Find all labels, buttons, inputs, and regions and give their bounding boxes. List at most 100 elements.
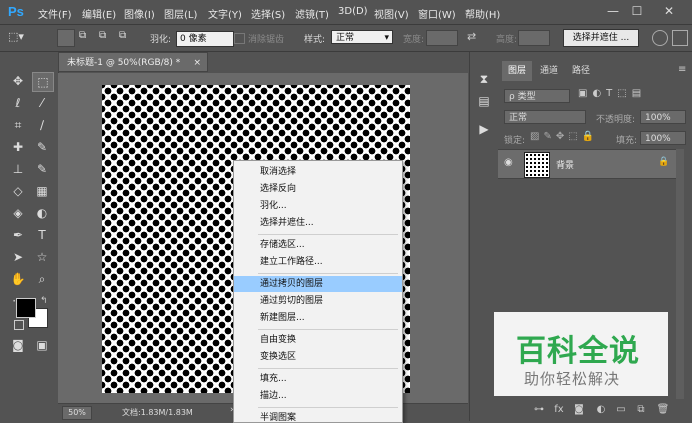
menu-select[interactable]: 选择(S) (251, 6, 285, 21)
add-mask-icon[interactable]: ◙ (572, 403, 586, 417)
menu-file[interactable]: 文件(F) (38, 6, 72, 21)
close-tab-icon[interactable]: × (193, 53, 201, 73)
add-selection-icon[interactable]: ⧉ (79, 30, 93, 44)
menu-window[interactable]: 窗口(W) (418, 6, 456, 21)
menu-filter[interactable]: 滤镜(T) (295, 6, 329, 21)
minimize-icon[interactable]: — (604, 2, 622, 20)
ctx-halftone-pattern[interactable]: 半调图案 (234, 410, 402, 422)
antialias-checkbox[interactable] (234, 33, 245, 44)
marquee-preset-icon[interactable]: ⬚▾ (8, 30, 38, 46)
height-input[interactable] (518, 30, 550, 46)
healing-brush-icon[interactable]: ✚ (8, 138, 28, 156)
new-layer-icon[interactable]: ⧉ (634, 403, 648, 417)
blur-tool-icon[interactable]: ◈ (8, 204, 28, 222)
workspace-icon[interactable] (672, 30, 688, 46)
new-selection-icon[interactable] (57, 29, 75, 47)
fill-input[interactable]: 100% (640, 131, 686, 145)
ctx-separator (258, 329, 398, 330)
default-colors-icon[interactable] (14, 320, 24, 330)
clone-stamp-icon[interactable]: ⊥ (8, 160, 28, 178)
menu-type[interactable]: 文字(Y) (208, 6, 242, 21)
move-tool-icon[interactable]: ✥ (8, 72, 28, 90)
visibility-eye-icon[interactable]: ◉ (504, 157, 513, 168)
feather-input[interactable]: 0 像素 (176, 31, 234, 47)
brush-tool-icon[interactable]: ✎ (32, 138, 52, 156)
eraser-icon[interactable]: ◇ (8, 182, 28, 200)
ctx-layer-via-copy[interactable]: 通过拷贝的图层 (234, 276, 402, 292)
swap-icon[interactable]: ⇄ (467, 30, 476, 43)
zoom-tool-icon[interactable]: ⌕ (32, 270, 52, 288)
ctx-transform-selection[interactable]: 变换选区 (234, 349, 402, 365)
quick-mask-icon[interactable]: ◙ (8, 336, 28, 354)
properties-panel-icon[interactable]: ▤ (474, 92, 494, 110)
type-tool-icon[interactable]: T (32, 226, 52, 244)
select-and-mask-button[interactable]: 选择并遮住 ... (563, 29, 639, 47)
menu-3d[interactable]: 3D(D) (338, 6, 368, 17)
adjustment-layer-icon[interactable]: ◐ (594, 403, 608, 417)
hand-tool-icon[interactable]: ✋ (8, 270, 28, 288)
zoom-level[interactable]: 50% (62, 406, 92, 420)
tab-channels[interactable]: 通道 (534, 61, 564, 81)
layer-filter-select[interactable]: ρ 类型 (504, 89, 570, 103)
tab-paths[interactable]: 路径 (566, 61, 596, 81)
magic-wand-icon[interactable]: ⁄ (32, 94, 52, 112)
menu-help[interactable]: 帮助(H) (465, 6, 500, 21)
screen-mode-icon[interactable]: ▣ (32, 336, 52, 354)
document-info: 文档:1.83M/1.83M (122, 408, 193, 417)
new-group-icon[interactable]: ▭ (614, 403, 628, 417)
path-selection-icon[interactable]: ➤ (8, 248, 28, 266)
ctx-free-transform[interactable]: 自由变换 (234, 332, 402, 348)
search-icon[interactable] (652, 30, 668, 46)
style-select[interactable]: 正常 ▾ (331, 30, 393, 44)
dodge-tool-icon[interactable]: ◐ (32, 204, 52, 222)
ctx-stroke[interactable]: 描边... (234, 388, 402, 404)
ctx-separator (258, 368, 398, 369)
blend-mode-value: 正常 (509, 113, 528, 123)
lasso-tool-icon[interactable]: ℓ (8, 94, 28, 112)
eyedropper-icon[interactable]: ∕ (32, 116, 52, 134)
ctx-feather[interactable]: 羽化... (234, 198, 402, 214)
fx-icon[interactable]: fx (552, 403, 566, 417)
ctx-new-layer[interactable]: 新建图层... (234, 310, 402, 326)
menu-view[interactable]: 视图(V) (374, 6, 409, 21)
actions-play-icon[interactable]: ▶ (474, 120, 494, 138)
shape-tool-icon[interactable]: ☆ (32, 248, 52, 266)
history-brush-icon[interactable]: ✎ (32, 160, 52, 178)
marquee-tool-icon[interactable]: ⬚ (32, 72, 54, 92)
menu-bar: Ps 文件(F) 编辑(E) 图像(I) 图层(L) 文字(Y) 选择(S) 滤… (0, 0, 692, 25)
menu-image[interactable]: 图像(I) (124, 6, 155, 21)
delete-layer-icon[interactable]: 🗑 (656, 403, 670, 417)
tab-layers[interactable]: 图层 (502, 61, 533, 81)
filter-icons[interactable]: ▣◐T⬚▤ (578, 88, 646, 99)
ctx-fill[interactable]: 填充... (234, 371, 402, 387)
maximize-icon[interactable]: ☐ (628, 2, 646, 20)
width-input[interactable] (426, 30, 458, 46)
ctx-save-selection[interactable]: 存储选区... (234, 237, 402, 253)
opacity-input[interactable]: 100% (640, 110, 686, 124)
ctx-select-inverse[interactable]: 选择反向 (234, 181, 402, 197)
ctx-deselect[interactable]: 取消选择 (234, 164, 402, 180)
ctx-select-and-mask[interactable]: 选择并遮住... (234, 215, 402, 231)
menu-layer[interactable]: 图层(L) (164, 6, 197, 21)
link-layers-icon[interactable]: ⊶ (532, 403, 546, 417)
ctx-make-work-path[interactable]: 建立工作路径... (234, 254, 402, 270)
pen-tool-icon[interactable]: ✒ (8, 226, 28, 244)
swap-colors-icon[interactable]: ↰ (40, 296, 48, 306)
panel-menu-icon[interactable]: ≡ (678, 64, 686, 75)
foreground-color-swatch[interactable] (16, 298, 36, 318)
document-tab[interactable]: 未标题-1 @ 50%(RGB/8) * × (58, 52, 208, 72)
ctx-layer-via-cut[interactable]: 通过剪切的图层 (234, 293, 402, 309)
close-icon[interactable]: ✕ (660, 2, 678, 20)
intersect-selection-icon[interactable]: ⧉ (119, 30, 133, 44)
layers-scrollbar[interactable] (676, 149, 684, 399)
gradient-tool-icon[interactable]: ▦ (32, 182, 52, 200)
layer-row-background[interactable]: ◉ 背景 🔒 (498, 149, 676, 179)
history-panel-icon[interactable]: ⧗ (474, 70, 494, 88)
subtract-selection-icon[interactable]: ⧉ (99, 30, 113, 44)
antialias-label: 消除锯齿 (248, 35, 285, 45)
menu-edit[interactable]: 编辑(E) (82, 6, 116, 21)
lock-icons[interactable]: ▨✎✥⬚🔒 (530, 131, 598, 142)
crop-tool-icon[interactable]: ⌗ (8, 116, 28, 134)
watermark-logo: 百科全说 助你轻松解决 (494, 312, 668, 396)
blend-mode-select[interactable]: 正常 (504, 110, 586, 124)
